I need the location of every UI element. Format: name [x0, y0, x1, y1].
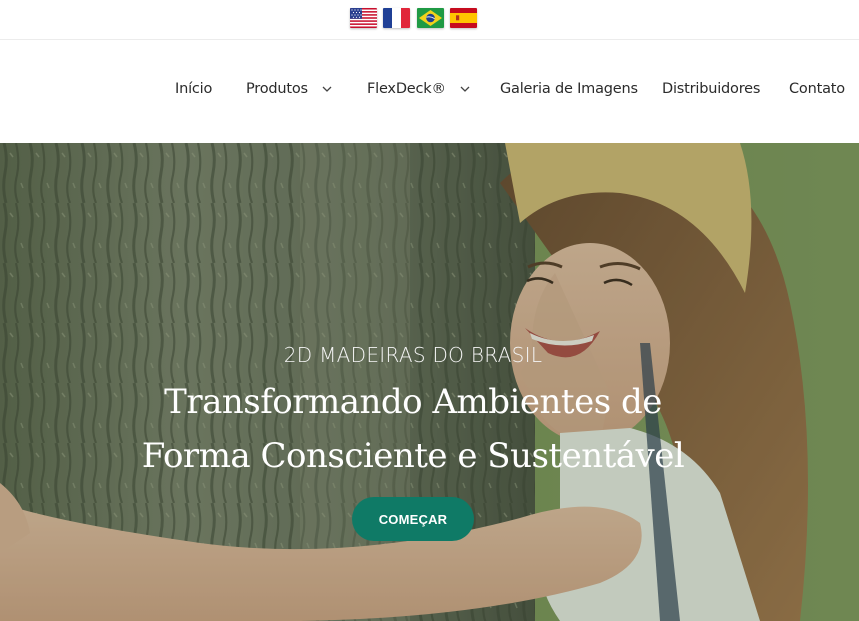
hero-kicker: 2D MADEIRAS DO BRASIL	[283, 343, 543, 367]
nav-contato[interactable]: Contato	[789, 81, 845, 97]
us-flag-icon[interactable]	[350, 8, 377, 28]
main-header: Início Produtos FlexDeck® Galeria de Ima…	[0, 41, 859, 143]
comecar-button[interactable]: COMEÇAR	[352, 497, 474, 541]
hero-title-line1: Transformando Ambientes de	[164, 382, 662, 422]
hero-banner: 2D MADEIRAS DO BRASIL Transformando Ambi…	[0, 143, 859, 621]
nav-galeria[interactable]: Galeria de Imagens	[500, 81, 638, 97]
es-flag-icon[interactable]	[450, 8, 477, 28]
chevron-down-icon	[322, 81, 332, 97]
chevron-down-icon	[460, 81, 470, 97]
nav-produtos[interactable]: Produtos	[246, 81, 332, 97]
nav-flexdeck-label: FlexDeck®	[367, 81, 446, 97]
nav-flexdeck[interactable]: FlexDeck®	[367, 81, 470, 97]
hero-title: Transformando Ambientes de Forma Conscie…	[0, 375, 826, 483]
nav-distribuidores[interactable]: Distribuidores	[662, 81, 760, 97]
nav-produtos-label: Produtos	[246, 81, 308, 97]
br-flag-icon[interactable]	[417, 8, 444, 28]
language-bar	[0, 0, 859, 40]
nav-inicio[interactable]: Início	[175, 81, 212, 97]
fr-flag-icon[interactable]	[383, 8, 410, 28]
hero-title-line2: Forma Consciente e Sustentável	[141, 436, 685, 476]
